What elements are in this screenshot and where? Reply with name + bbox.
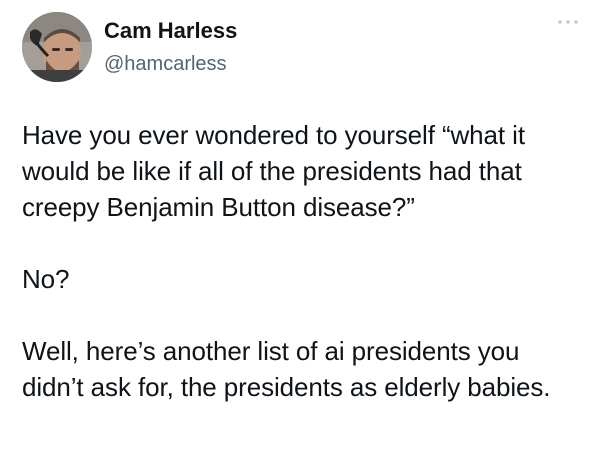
profile-photo-icon: [22, 12, 92, 82]
tweet-card: Cam Harless @hamcarless Have you ever wo…: [0, 0, 599, 460]
display-name[interactable]: Cam Harless: [104, 17, 237, 45]
user-handle[interactable]: @hamcarless: [104, 51, 237, 77]
more-dots-icon: [558, 20, 578, 24]
tweet-paragraph: Have you ever wondered to yourself “what…: [22, 120, 525, 222]
avatar[interactable]: [22, 12, 92, 82]
tweet-paragraph: No?: [22, 264, 70, 294]
tweet-paragraph: Well, here’s another list of ai presiden…: [22, 336, 551, 402]
tweet-text: Have you ever wondered to yourself “what…: [22, 117, 582, 405]
more-options-button[interactable]: [554, 12, 582, 32]
author-info: Cam Harless @hamcarless: [104, 17, 237, 77]
tweet-header: Cam Harless @hamcarless: [22, 12, 582, 84]
